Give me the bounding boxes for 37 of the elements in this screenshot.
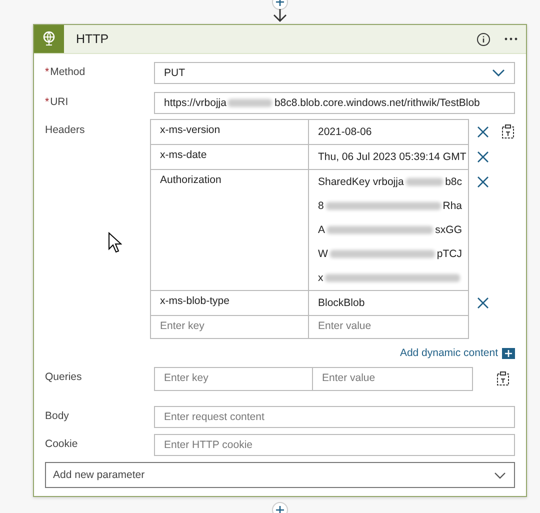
field-label: Body — [45, 409, 70, 422]
close-icon[interactable] — [477, 297, 489, 309]
add-parameter-dropdown[interactable]: Add new parameter — [45, 462, 515, 488]
method-dropdown[interactable]: PUT — [154, 62, 515, 84]
header-value-cell[interactable]: 2021-08-06 — [308, 119, 469, 145]
blurred-text — [406, 178, 444, 186]
cookie-field[interactable]: Enter HTTP cookie — [154, 434, 515, 456]
field-label: Cookie — [45, 437, 79, 450]
close-icon[interactable] — [477, 151, 489, 163]
cursor-icon — [108, 232, 122, 253]
header-key-cell[interactable]: x-ms-version — [150, 119, 309, 145]
key-field[interactable]: Enter key — [154, 367, 313, 391]
key-field[interactable]: Enter key — [150, 315, 309, 339]
value-field[interactable]: Enter value — [308, 315, 469, 339]
add-dynamic-content-link[interactable]: Add dynamic content — [400, 347, 498, 359]
required-mark: * — [45, 66, 50, 78]
more-icon[interactable] — [504, 37, 518, 41]
card-title: HTTP — [76, 32, 110, 46]
plus-icon[interactable] — [502, 348, 515, 358]
chevron-down-icon — [492, 69, 505, 77]
field-label: Queries — [45, 370, 83, 383]
body-field[interactable]: Enter request content — [154, 406, 515, 428]
arrow-icon — [272, 9, 288, 23]
close-icon[interactable] — [477, 176, 489, 188]
uri-field[interactable]: https://vrbojja b8c8.blob.core.windows.net/rithwik/TestBlob — [154, 92, 515, 114]
info-icon[interactable] — [477, 32, 490, 46]
clipboard-icon[interactable] — [501, 124, 515, 139]
value-field[interactable]: Enter value — [312, 367, 473, 391]
field-label: Headers — [45, 123, 86, 136]
blurred-text — [228, 99, 272, 107]
required-mark: * — [45, 96, 50, 108]
chevron-down-icon — [494, 472, 506, 478]
field-label: URI — [50, 96, 68, 108]
close-icon[interactable] — [477, 126, 489, 138]
card-header[interactable]: HTTP — [34, 25, 526, 54]
field-label: Method — [50, 66, 86, 78]
clipboard-icon[interactable] — [496, 371, 510, 386]
